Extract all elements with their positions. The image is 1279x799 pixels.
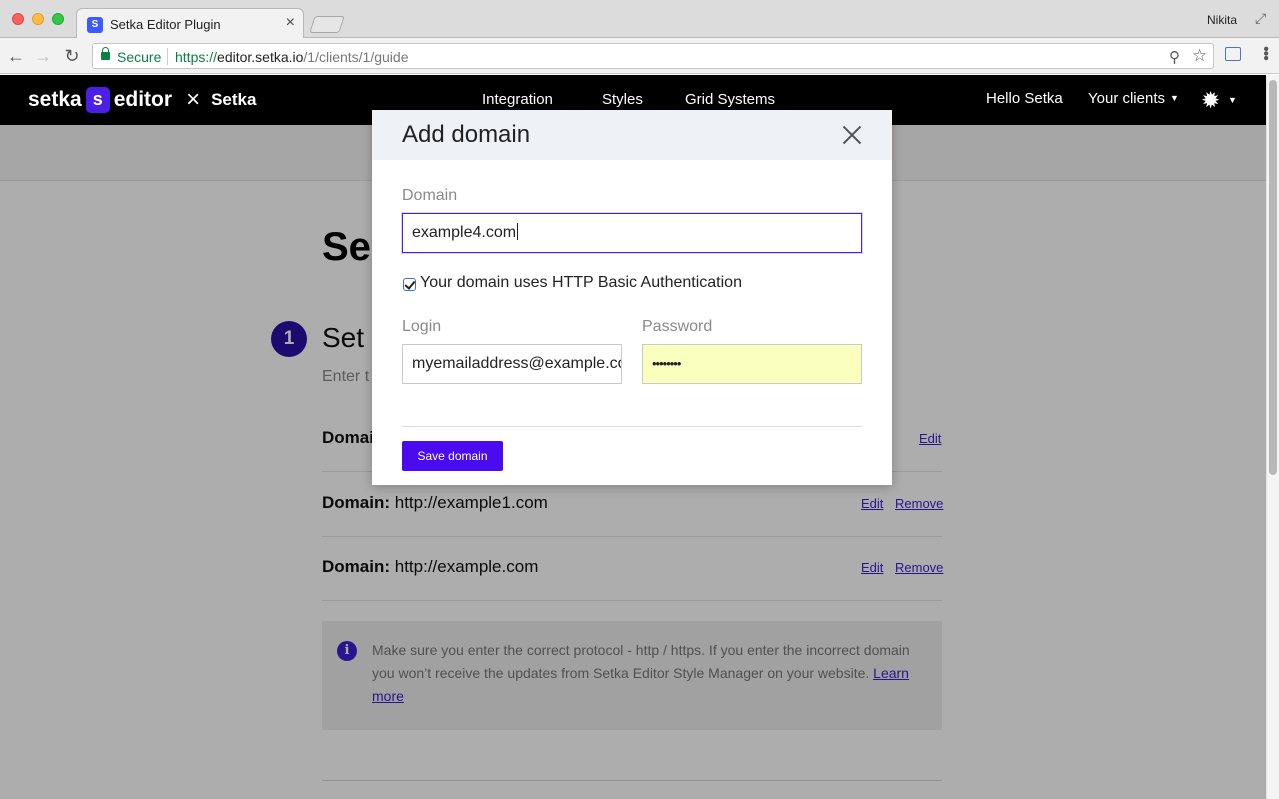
- url-text[interactable]: https://editor.setka.io/1/clients/1/guid…: [175, 49, 409, 65]
- password-input-value: ••••••••: [652, 356, 681, 371]
- basic-auth-label[interactable]: Your domain uses HTTP Basic Authenticati…: [420, 274, 742, 292]
- modal-divider: [402, 426, 862, 427]
- url-host: editor.setka.io: [217, 49, 304, 65]
- logo-s-mark: s: [85, 87, 110, 113]
- domain-input-value: example4.com: [412, 224, 517, 241]
- window-close-button[interactable]: [12, 13, 24, 25]
- address-bar[interactable]: Secure https://editor.setka.io/1/clients…: [92, 43, 1214, 69]
- forward-icon[interactable]: →: [33, 46, 53, 66]
- add-domain-modal: Add domain Domain example4.com Your doma…: [372, 110, 892, 485]
- greeting: Hello Setka: [986, 90, 1063, 107]
- profile-name[interactable]: Nikita: [1207, 13, 1237, 27]
- save-domain-button[interactable]: Save domain: [402, 441, 503, 471]
- star-icon[interactable]: ☆: [1192, 46, 1207, 66]
- nav-link-grid-systems[interactable]: Grid Systems: [685, 91, 775, 108]
- browser-toolbar: ← → ↻ Secure https://editor.setka.io/1/c…: [0, 38, 1279, 74]
- reload-icon[interactable]: ↻: [62, 46, 82, 66]
- window-minimize-button[interactable]: [32, 13, 44, 25]
- domain-field-label: Domain: [402, 187, 458, 204]
- close-icon[interactable]: [842, 125, 862, 145]
- nav-link-styles[interactable]: Styles: [602, 91, 643, 108]
- login-input-value: myemailaddress@example.com: [412, 355, 622, 372]
- domain-input[interactable]: example4.com: [402, 213, 862, 253]
- password-input[interactable]: ••••••••: [642, 344, 862, 384]
- url-scheme: https://: [175, 49, 218, 65]
- setka-editor-logo[interactable]: setka s editor × Setka: [28, 86, 257, 113]
- tab-close-icon[interactable]: ×: [286, 14, 295, 32]
- page-viewport: setka s editor × Setka Integration Style…: [0, 75, 1266, 799]
- extension-icon[interactable]: [1225, 47, 1241, 61]
- secure-label: Secure: [117, 49, 162, 65]
- nav-link-integration[interactable]: Integration: [482, 91, 553, 108]
- back-icon[interactable]: ←: [6, 46, 26, 66]
- basic-auth-checkbox[interactable]: [403, 278, 416, 291]
- login-input[interactable]: myemailaddress@example.com: [402, 344, 622, 384]
- scrollbar-thumb[interactable]: [1269, 80, 1277, 475]
- url-path: /1/clients/1/guide: [303, 49, 409, 65]
- new-tab-button[interactable]: [309, 16, 345, 33]
- browser-tab[interactable]: S Setka Editor Plugin ×: [76, 8, 304, 39]
- your-clients-label: Your clients: [1088, 90, 1165, 107]
- lock-icon: [101, 47, 110, 60]
- client-name: Setka: [211, 90, 257, 109]
- settings-chevron-down-icon[interactable]: ▼: [1228, 95, 1237, 105]
- text-cursor: [517, 223, 519, 240]
- tab-title: Setka Editor Plugin: [110, 17, 221, 32]
- page-scrollbar[interactable]: [1266, 75, 1279, 799]
- address-separator: [167, 48, 168, 65]
- password-field-label: Password: [642, 318, 713, 335]
- browser-titlebar: S Setka Editor Plugin × Nikita ⤢: [0, 0, 1279, 39]
- your-clients-menu[interactable]: Your clients ▼: [1088, 90, 1179, 107]
- key-icon[interactable]: ⚲: [1169, 48, 1180, 66]
- modal-title: Add domain: [402, 121, 531, 148]
- gear-icon[interactable]: ✹: [1201, 87, 1220, 114]
- logo-editor-text: editor: [113, 88, 173, 111]
- setka-favicon-icon: S: [87, 17, 103, 33]
- window-maximize-button[interactable]: [52, 13, 64, 25]
- logo-times-icon: ×: [186, 86, 201, 113]
- menu-icon[interactable]: •••: [1256, 46, 1274, 60]
- fullscreen-icon[interactable]: ⤢: [1255, 10, 1269, 26]
- login-field-label: Login: [402, 318, 442, 335]
- logo-setka-text: setka: [28, 88, 82, 111]
- modal-header: Add domain: [372, 110, 892, 160]
- chevron-down-icon: ▼: [1170, 93, 1179, 103]
